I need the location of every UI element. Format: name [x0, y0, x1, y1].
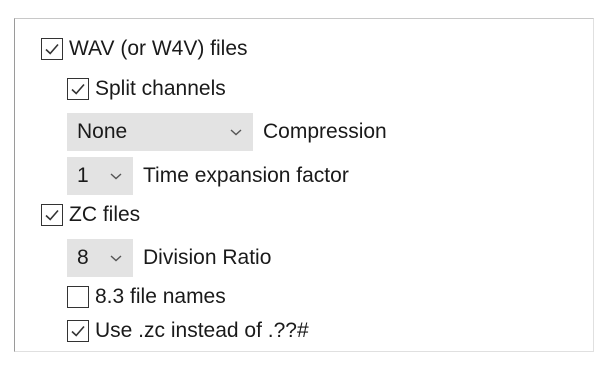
zc-files-checkbox[interactable]: [41, 204, 63, 226]
file-names-83-label: 8.3 file names: [95, 285, 226, 308]
wav-files-label: WAV (or W4V) files: [69, 37, 248, 60]
chevron-down-icon: [109, 253, 123, 263]
options-panel: WAV (or W4V) files Split channels None C…: [14, 18, 594, 352]
chevron-down-icon: [229, 127, 243, 137]
division-ratio-dropdown[interactable]: 8: [67, 239, 133, 277]
time-expansion-label: Time expansion factor: [143, 164, 349, 187]
use-zc-checkbox[interactable]: [67, 320, 89, 342]
file-names-83-checkbox-row[interactable]: 8.3 file names: [67, 281, 226, 313]
use-zc-checkbox-row[interactable]: Use .zc instead of .??#: [67, 315, 309, 347]
checkmark-icon: [45, 43, 59, 55]
checkmark-icon: [45, 209, 59, 221]
wav-files-checkbox-row[interactable]: WAV (or W4V) files: [41, 33, 248, 65]
time-expansion-value: 1: [77, 164, 89, 187]
compression-row: None Compression: [67, 113, 387, 151]
wav-files-checkbox[interactable]: [41, 38, 63, 60]
checkmark-icon: [71, 83, 85, 95]
time-expansion-dropdown[interactable]: 1: [67, 157, 133, 195]
chevron-down-icon: [109, 171, 123, 181]
file-names-83-checkbox[interactable]: [67, 286, 89, 308]
division-ratio-row: 8 Division Ratio: [67, 239, 271, 277]
compression-label: Compression: [263, 120, 387, 143]
zc-files-label: ZC files: [69, 203, 141, 226]
compression-value: None: [77, 120, 128, 143]
split-channels-checkbox-row[interactable]: Split channels: [67, 73, 226, 105]
zc-files-checkbox-row[interactable]: ZC files: [41, 199, 140, 231]
checkmark-icon: [71, 325, 85, 337]
division-ratio-label: Division Ratio: [143, 246, 272, 269]
time-expansion-row: 1 Time expansion factor: [67, 157, 349, 195]
division-ratio-value: 8: [77, 246, 89, 269]
compression-dropdown[interactable]: None: [67, 113, 253, 151]
split-channels-label: Split channels: [95, 77, 226, 100]
use-zc-label: Use .zc instead of .??#: [95, 319, 309, 342]
split-channels-checkbox[interactable]: [67, 78, 89, 100]
